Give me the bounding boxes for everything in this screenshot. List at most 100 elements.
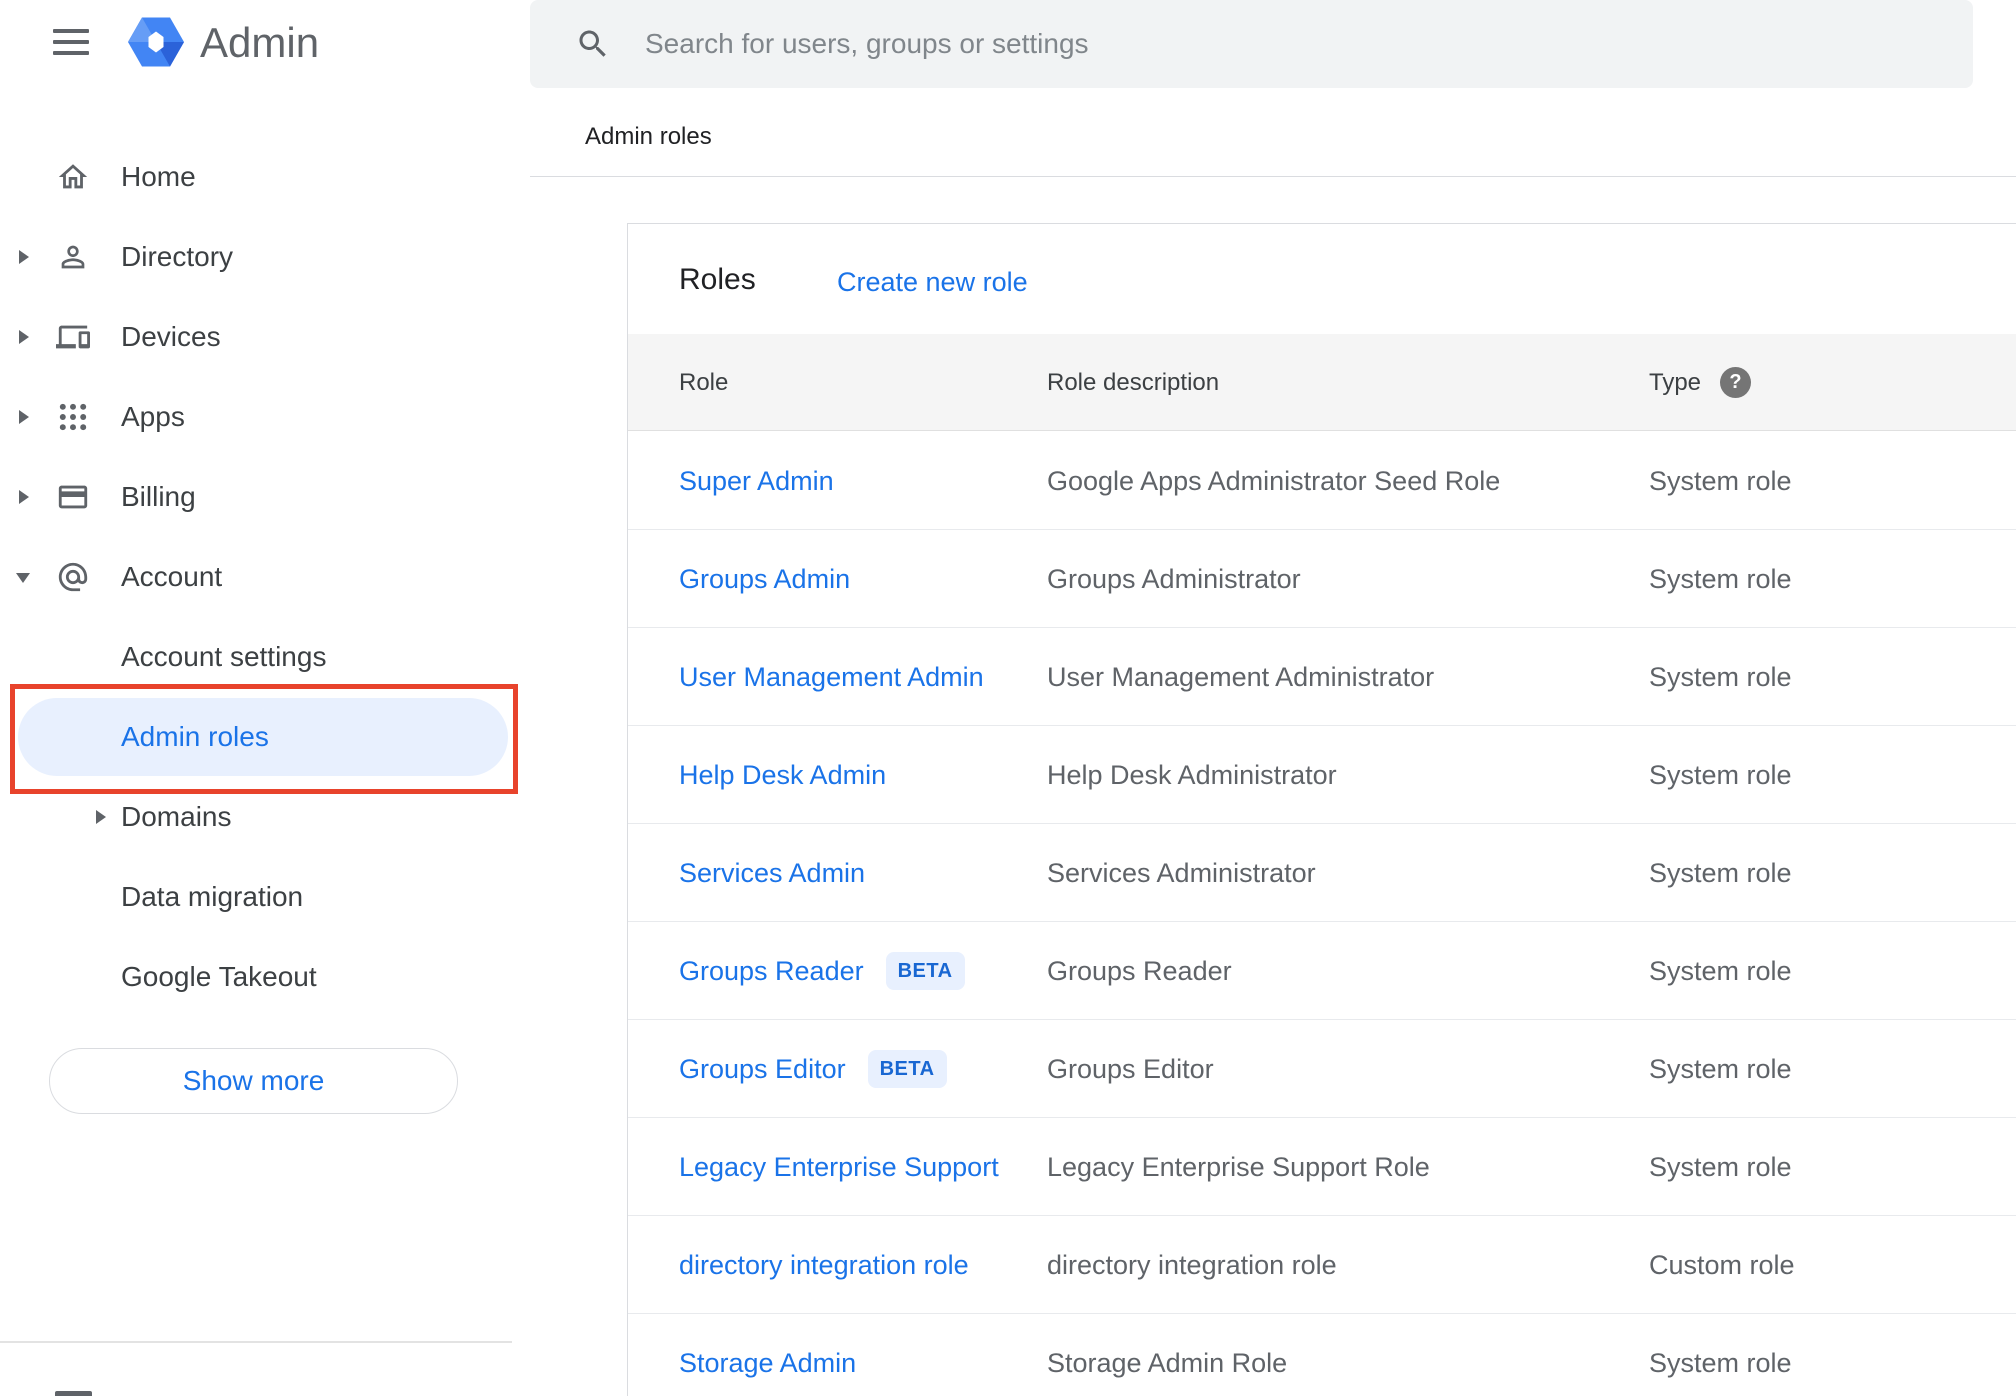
create-new-role-link[interactable]: Create new role xyxy=(837,267,1028,298)
table-row: Groups Admin Groups Administrator System r… xyxy=(628,530,2016,628)
role-link[interactable]: Groups Admin xyxy=(679,564,850,594)
table-row: Help Desk Admin Help Desk Administrator Sy… xyxy=(628,726,2016,824)
beta-badge: BETA xyxy=(885,951,965,990)
sidebar-item-directory[interactable]: Directory xyxy=(0,217,530,297)
hamburger-menu-icon[interactable] xyxy=(53,29,89,56)
expand-arrow-icon[interactable] xyxy=(19,250,29,264)
breadcrumb: Admin roles xyxy=(585,123,712,150)
sidebar-item-label: Data migration xyxy=(121,881,304,912)
role-link[interactable]: Groups Reader xyxy=(679,956,864,986)
table-row: Legacy Enterprise Support Legacy Enterpri… xyxy=(628,1118,2016,1216)
role-name-cell: Super Admin xyxy=(679,432,834,530)
role-type-cell: System role xyxy=(1649,956,1792,986)
role-name-cell: Legacy Enterprise Support xyxy=(679,1118,999,1216)
table-row: Groups Reader BETA Groups Reader System rol… xyxy=(628,922,2016,1020)
role-name-cell: Help Desk Admin xyxy=(679,726,886,824)
expand-arrow-icon[interactable] xyxy=(19,410,29,424)
role-name-cell: Groups Admin xyxy=(679,530,850,628)
sidebar-item-label: Home xyxy=(121,161,196,192)
sidebar-item-label: Billing xyxy=(121,481,196,512)
role-link[interactable]: Services Admin xyxy=(679,858,865,888)
sidebar-item-domains[interactable]: Domains xyxy=(0,777,530,857)
home-icon xyxy=(56,160,90,194)
expand-arrow-icon[interactable] xyxy=(16,573,30,583)
role-type-cell: System role xyxy=(1649,1054,1792,1084)
role-type-cell: System role xyxy=(1649,760,1792,790)
role-link[interactable]: User Management Admin xyxy=(679,662,984,692)
sidebar-item-google-takeout[interactable]: Google Takeout xyxy=(0,937,530,1017)
admin-console-screen: Admin Home Directory Devices Apps Billing Acc… xyxy=(0,0,2016,1396)
sidebar-item-data-migration[interactable]: Data migration xyxy=(0,857,530,937)
sidebar-item-devices[interactable]: Devices xyxy=(0,297,530,377)
role-description-cell: Services Administrator xyxy=(1047,858,1316,888)
role-link[interactable]: Super Admin xyxy=(679,466,834,496)
sidebar-item-home[interactable]: Home xyxy=(0,137,530,217)
role-type-cell: System role xyxy=(1649,1152,1792,1182)
sidebar-item-account[interactable]: Account xyxy=(0,537,530,617)
column-header-description: Role description xyxy=(1047,369,1220,396)
table-row: Groups Editor BETA Groups Editor System rol… xyxy=(628,1020,2016,1118)
sidebar-item-account-settings[interactable]: Account settings xyxy=(0,617,530,697)
expand-arrow-icon[interactable] xyxy=(96,810,106,824)
table-row: Super Admin Google Apps Administrator See… xyxy=(628,432,2016,530)
sidebar-nav: Home Directory Devices Apps Billing Account Ac… xyxy=(0,137,530,1017)
expand-arrow-icon[interactable] xyxy=(19,490,29,504)
role-description-cell: directory integration role xyxy=(1047,1250,1337,1280)
role-link[interactable]: Legacy Enterprise Support xyxy=(679,1152,999,1182)
role-type-cell: System role xyxy=(1649,1348,1792,1378)
sidebar-item-admin-roles[interactable]: Admin roles xyxy=(0,697,530,777)
help-icon[interactable]: ? xyxy=(1720,367,1751,398)
at-icon xyxy=(56,560,90,594)
role-name-cell: Services Admin xyxy=(679,824,865,922)
panel-title: Roles xyxy=(679,263,756,296)
card-icon xyxy=(56,480,90,514)
sidebar-footer-cutoff-icon xyxy=(55,1391,92,1396)
show-more-button[interactable]: Show more xyxy=(49,1048,458,1114)
sidebar: Admin Home Directory Devices Apps Billing Acc… xyxy=(0,0,530,1396)
search-bar[interactable] xyxy=(530,0,1973,88)
table-row: User Management Admin User Management Adm… xyxy=(628,628,2016,726)
role-type-cell: System role xyxy=(1649,858,1792,888)
column-header-role: Role xyxy=(679,369,729,396)
app-title: Admin xyxy=(200,19,320,66)
table-header: Role Role description Type ? xyxy=(628,334,2016,431)
devices-icon xyxy=(56,320,90,354)
table-row: Services Admin Services Administrator Syst… xyxy=(628,824,2016,922)
expand-arrow-icon[interactable] xyxy=(19,330,29,344)
sidebar-item-apps[interactable]: Apps xyxy=(0,377,530,457)
role-description-cell: Groups Editor xyxy=(1047,1054,1214,1084)
person-icon xyxy=(56,240,90,274)
main-content: Admin roles Roles Create new role Role R… xyxy=(530,0,2016,1396)
beta-badge: BETA xyxy=(867,1049,947,1088)
role-type-cell: Custom role xyxy=(1649,1250,1795,1280)
table-row: directory integration role directory inte… xyxy=(628,1216,2016,1314)
role-description-cell: Help Desk Administrator xyxy=(1047,760,1337,790)
roles-table-body: Super Admin Google Apps Administrator See… xyxy=(628,432,2016,1396)
role-description-cell: Groups Administrator xyxy=(1047,564,1301,594)
header-divider xyxy=(530,176,2016,177)
column-header-type: Type xyxy=(1649,369,1702,396)
search-input[interactable] xyxy=(643,0,1943,88)
role-description-cell: Storage Admin Role xyxy=(1047,1348,1288,1378)
sidebar-item-label: Devices xyxy=(121,321,221,352)
role-link[interactable]: Storage Admin xyxy=(679,1348,856,1378)
role-description-cell: User Management Administrator xyxy=(1047,662,1435,692)
table-row: Storage Admin Storage Admin Role System ro… xyxy=(628,1314,2016,1396)
role-link[interactable]: directory integration role xyxy=(679,1250,969,1280)
role-type-cell: System role xyxy=(1649,564,1792,594)
role-name-cell: User Management Admin xyxy=(679,628,984,726)
role-name-cell: Groups Editor BETA xyxy=(679,1020,947,1118)
role-link[interactable]: Groups Editor xyxy=(679,1054,846,1084)
role-type-cell: System role xyxy=(1649,662,1792,692)
sidebar-item-billing[interactable]: Billing xyxy=(0,457,530,537)
role-name-cell: directory integration role xyxy=(679,1216,969,1314)
sidebar-item-label: Admin roles xyxy=(121,721,269,752)
role-link[interactable]: Help Desk Admin xyxy=(679,760,886,790)
sidebar-item-label: Account xyxy=(121,561,223,592)
sidebar-item-label: Account settings xyxy=(121,641,327,672)
apps-icon xyxy=(56,400,90,434)
role-name-cell: Storage Admin xyxy=(679,1314,856,1396)
roles-panel: Roles Create new role Role Role descript… xyxy=(627,223,2016,1396)
sidebar-item-label: Domains xyxy=(121,801,232,832)
sidebar-item-label: Directory xyxy=(121,241,234,272)
